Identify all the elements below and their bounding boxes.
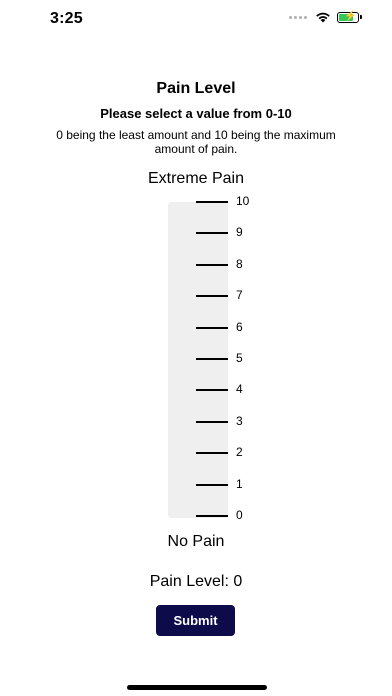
tick-mark — [196, 295, 228, 298]
scale-tick-9[interactable]: 9 — [196, 223, 266, 243]
tick-label: 5 — [236, 351, 243, 365]
scale-tick-0[interactable]: 0 — [196, 506, 266, 526]
tick-mark — [196, 232, 228, 235]
cellular-dots-icon — [289, 15, 307, 19]
scale-tick-2[interactable]: 2 — [196, 443, 266, 463]
tick-label: 1 — [236, 476, 243, 491]
tick-mark — [196, 515, 228, 517]
pain-level-label: Pain Level: — [149, 573, 229, 590]
tick-label: 10 — [236, 194, 250, 208]
tick-mark — [196, 452, 228, 455]
scale-min-label: No Pain — [167, 533, 225, 550]
tick-mark — [196, 201, 228, 203]
tick-label: 2 — [236, 445, 243, 460]
status-icons: ⚡ — [289, 11, 362, 23]
tick-mark — [196, 326, 228, 329]
submit-button[interactable]: Submit — [156, 605, 235, 636]
scale-tick-7[interactable]: 7 — [196, 286, 266, 306]
tick-label: 6 — [236, 319, 243, 334]
pain-level-readout: Pain Level: 0 — [0, 573, 392, 591]
battery-charging-icon: ⚡ — [337, 11, 362, 23]
page-title: Pain Level — [156, 80, 236, 97]
tick-mark — [196, 263, 228, 266]
tick-label: 9 — [236, 225, 243, 240]
scale-tick-5[interactable]: 5 — [196, 349, 266, 369]
wifi-icon — [316, 12, 330, 23]
tick-label: 8 — [236, 256, 243, 271]
pain-level-value: 0 — [233, 573, 243, 590]
tick-label: 3 — [236, 413, 243, 428]
tick-label: 0 — [236, 508, 243, 522]
home-indicator — [127, 685, 267, 690]
tick-mark — [196, 483, 228, 486]
scale-max-label: Extreme Pain — [147, 170, 245, 187]
scale-tick-4[interactable]: 4 — [196, 380, 266, 400]
tick-mark — [196, 389, 228, 392]
tick-label: 7 — [236, 288, 243, 303]
scale-tick-3[interactable]: 3 — [196, 412, 266, 432]
scale-tick-8[interactable]: 8 — [196, 255, 266, 275]
scale-tick-10[interactable]: 10 — [196, 192, 266, 212]
status-time: 3:25 — [50, 10, 83, 27]
tick-mark — [196, 358, 228, 360]
scale-tick-1[interactable]: 1 — [196, 475, 266, 495]
tick-label: 4 — [236, 382, 243, 397]
scale-description: 0 being the least amount and 10 being th… — [56, 128, 336, 156]
status-bar: 3:25 ⚡ — [0, 0, 392, 40]
page-subtitle: Please select a value from 0-10 — [100, 106, 292, 121]
tick-mark — [196, 420, 228, 423]
scale-tick-6[interactable]: 6 — [196, 318, 266, 338]
